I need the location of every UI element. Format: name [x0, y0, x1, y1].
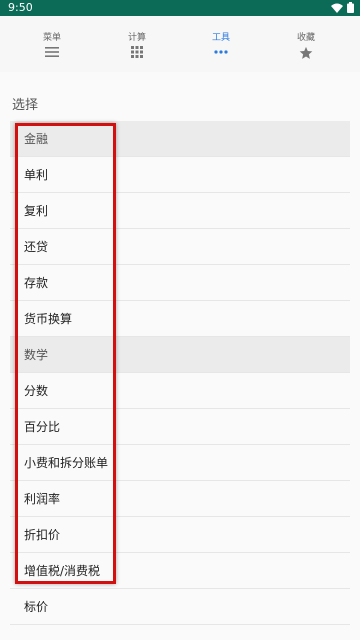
tool-list: 金融 单利 复利 还贷 存款 货币换算 数学 分数 百分比 小费和拆分账单 利润… — [10, 121, 350, 625]
tab-label: 收藏 — [296, 33, 315, 43]
list-item-profit-margin[interactable]: 利润率 — [10, 481, 350, 517]
list-item-compound-interest[interactable]: 复利 — [10, 193, 350, 229]
tab-menu[interactable]: 菜单 — [7, 16, 97, 72]
more-dots-icon — [214, 50, 228, 54]
tab-label: 工具 — [211, 33, 230, 43]
wifi-icon — [331, 3, 343, 13]
list-item-discount-price[interactable]: 折扣价 — [10, 517, 350, 553]
list-item-vat-sales-tax[interactable]: 增值税/消费税 — [10, 553, 350, 589]
tab-favorites[interactable]: 收藏 — [261, 16, 351, 72]
tab-label: 计算 — [127, 33, 146, 43]
tab-tools[interactable]: 工具 — [176, 16, 266, 72]
status-icons — [331, 2, 354, 13]
list-item-loan-repayment[interactable]: 还贷 — [10, 229, 350, 265]
list-item-deposit[interactable]: 存款 — [10, 265, 350, 301]
calculator-grid-icon — [131, 46, 143, 58]
list-item-percentage[interactable]: 百分比 — [10, 409, 350, 445]
battery-icon — [347, 2, 354, 13]
menu-icon — [45, 47, 59, 57]
tab-bar: 菜单 计算 工具 收藏 — [0, 16, 360, 73]
section-title: 选择 — [12, 98, 39, 113]
list-item-fraction[interactable]: 分数 — [10, 373, 350, 409]
list-item-simple-interest[interactable]: 单利 — [10, 157, 350, 193]
list-item-currency-conversion[interactable]: 货币换算 — [10, 301, 350, 337]
content-area: 选择 金融 单利 复利 还贷 存款 货币换算 数学 分数 百分比 小费和拆分账单… — [0, 72, 360, 640]
star-icon — [299, 46, 313, 59]
status-bar: 9:50 — [0, 0, 360, 16]
status-time: 9:50 — [8, 1, 33, 14]
list-group-math: 数学 — [10, 337, 350, 373]
list-group-finance: 金融 — [10, 121, 350, 157]
list-item-list-price[interactable]: 标价 — [10, 589, 350, 625]
tab-calculate[interactable]: 计算 — [92, 16, 182, 72]
list-item-tip-split-bill[interactable]: 小费和拆分账单 — [10, 445, 350, 481]
tab-label: 菜单 — [42, 33, 61, 43]
